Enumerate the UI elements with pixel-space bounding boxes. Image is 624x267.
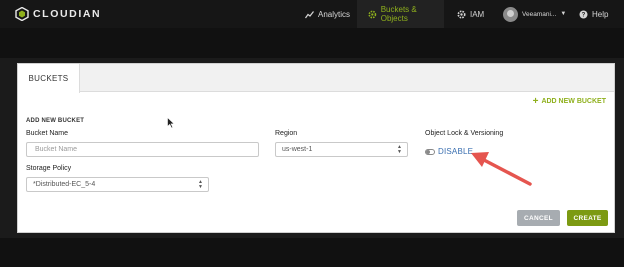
select-arrows-icon: ▲ ▼ bbox=[198, 179, 203, 190]
section-title: ADD NEW BUCKET bbox=[26, 118, 85, 124]
nav-iam[interactable]: IAM bbox=[457, 0, 484, 28]
nav-iam-label: IAM bbox=[470, 9, 485, 19]
analytics-chart-icon bbox=[305, 10, 314, 18]
cloudian-logo-icon bbox=[15, 7, 29, 21]
nav-buckets-label: Buckets & Objects bbox=[380, 5, 417, 23]
add-new-bucket-label: ADD NEW BUCKET bbox=[541, 98, 606, 105]
nav-buckets-objects[interactable]: Buckets & Objects bbox=[357, 0, 444, 28]
gear-icon bbox=[368, 10, 377, 18]
user-name: Veeamani... bbox=[522, 10, 557, 18]
nav-user-menu[interactable]: Veeamani... ▼ bbox=[503, 0, 566, 28]
region-label: Region bbox=[275, 130, 298, 137]
nav-analytics[interactable]: Analytics bbox=[305, 0, 350, 28]
nav-analytics-label: Analytics bbox=[318, 9, 351, 19]
cancel-button[interactable]: CANCEL bbox=[517, 210, 560, 226]
gear-icon bbox=[457, 9, 466, 19]
create-button[interactable]: CREATE bbox=[567, 210, 608, 226]
help-circle-icon: ? bbox=[579, 10, 588, 18]
add-new-bucket-link[interactable]: + ADD NEW BUCKET bbox=[532, 96, 606, 107]
logo-text: CLOUDIAN bbox=[33, 8, 102, 20]
bucket-name-label: Bucket Name bbox=[26, 130, 69, 137]
toggle-switch-icon[interactable] bbox=[425, 148, 435, 155]
dark-footer-band bbox=[0, 238, 624, 267]
avatar bbox=[503, 6, 518, 22]
region-select[interactable]: us-west-1 ▲ ▼ bbox=[275, 142, 408, 157]
svg-text:?: ? bbox=[582, 12, 586, 18]
bucket-name-placeholder: Bucket Name bbox=[35, 146, 78, 153]
select-arrows-icon: ▲ ▼ bbox=[397, 144, 402, 155]
object-lock-toggle-label: DISABLE bbox=[438, 147, 474, 156]
storage-policy-selected-value: *Distributed-EC_5-4 bbox=[33, 181, 96, 188]
top-nav-bar: CLOUDIAN Analytics Buckets & Objects IAM… bbox=[0, 0, 624, 28]
caret-down-icon: ▼ bbox=[560, 11, 567, 17]
dark-header-band bbox=[0, 28, 624, 58]
object-lock-toggle[interactable]: DISABLE bbox=[425, 147, 473, 156]
storage-policy-label: Storage Policy bbox=[26, 165, 72, 172]
bucket-name-input[interactable]: Bucket Name bbox=[26, 142, 259, 157]
mouse-cursor-icon bbox=[167, 117, 175, 129]
region-selected-value: us-west-1 bbox=[282, 146, 313, 153]
cloudian-logo[interactable]: CLOUDIAN bbox=[15, 7, 101, 21]
nav-help[interactable]: ? Help bbox=[579, 0, 608, 28]
tab-bar: BUCKETS bbox=[18, 64, 614, 93]
tab-buckets[interactable]: BUCKETS bbox=[18, 64, 80, 93]
object-lock-label: Object Lock & Versioning bbox=[425, 130, 504, 137]
plus-icon: + bbox=[532, 96, 539, 107]
nav-help-label: Help bbox=[592, 9, 609, 19]
buckets-panel: BUCKETS + ADD NEW BUCKET ADD NEW BUCKET … bbox=[17, 63, 615, 233]
storage-policy-select[interactable]: *Distributed-EC_5-4 ▲ ▼ bbox=[26, 177, 209, 192]
